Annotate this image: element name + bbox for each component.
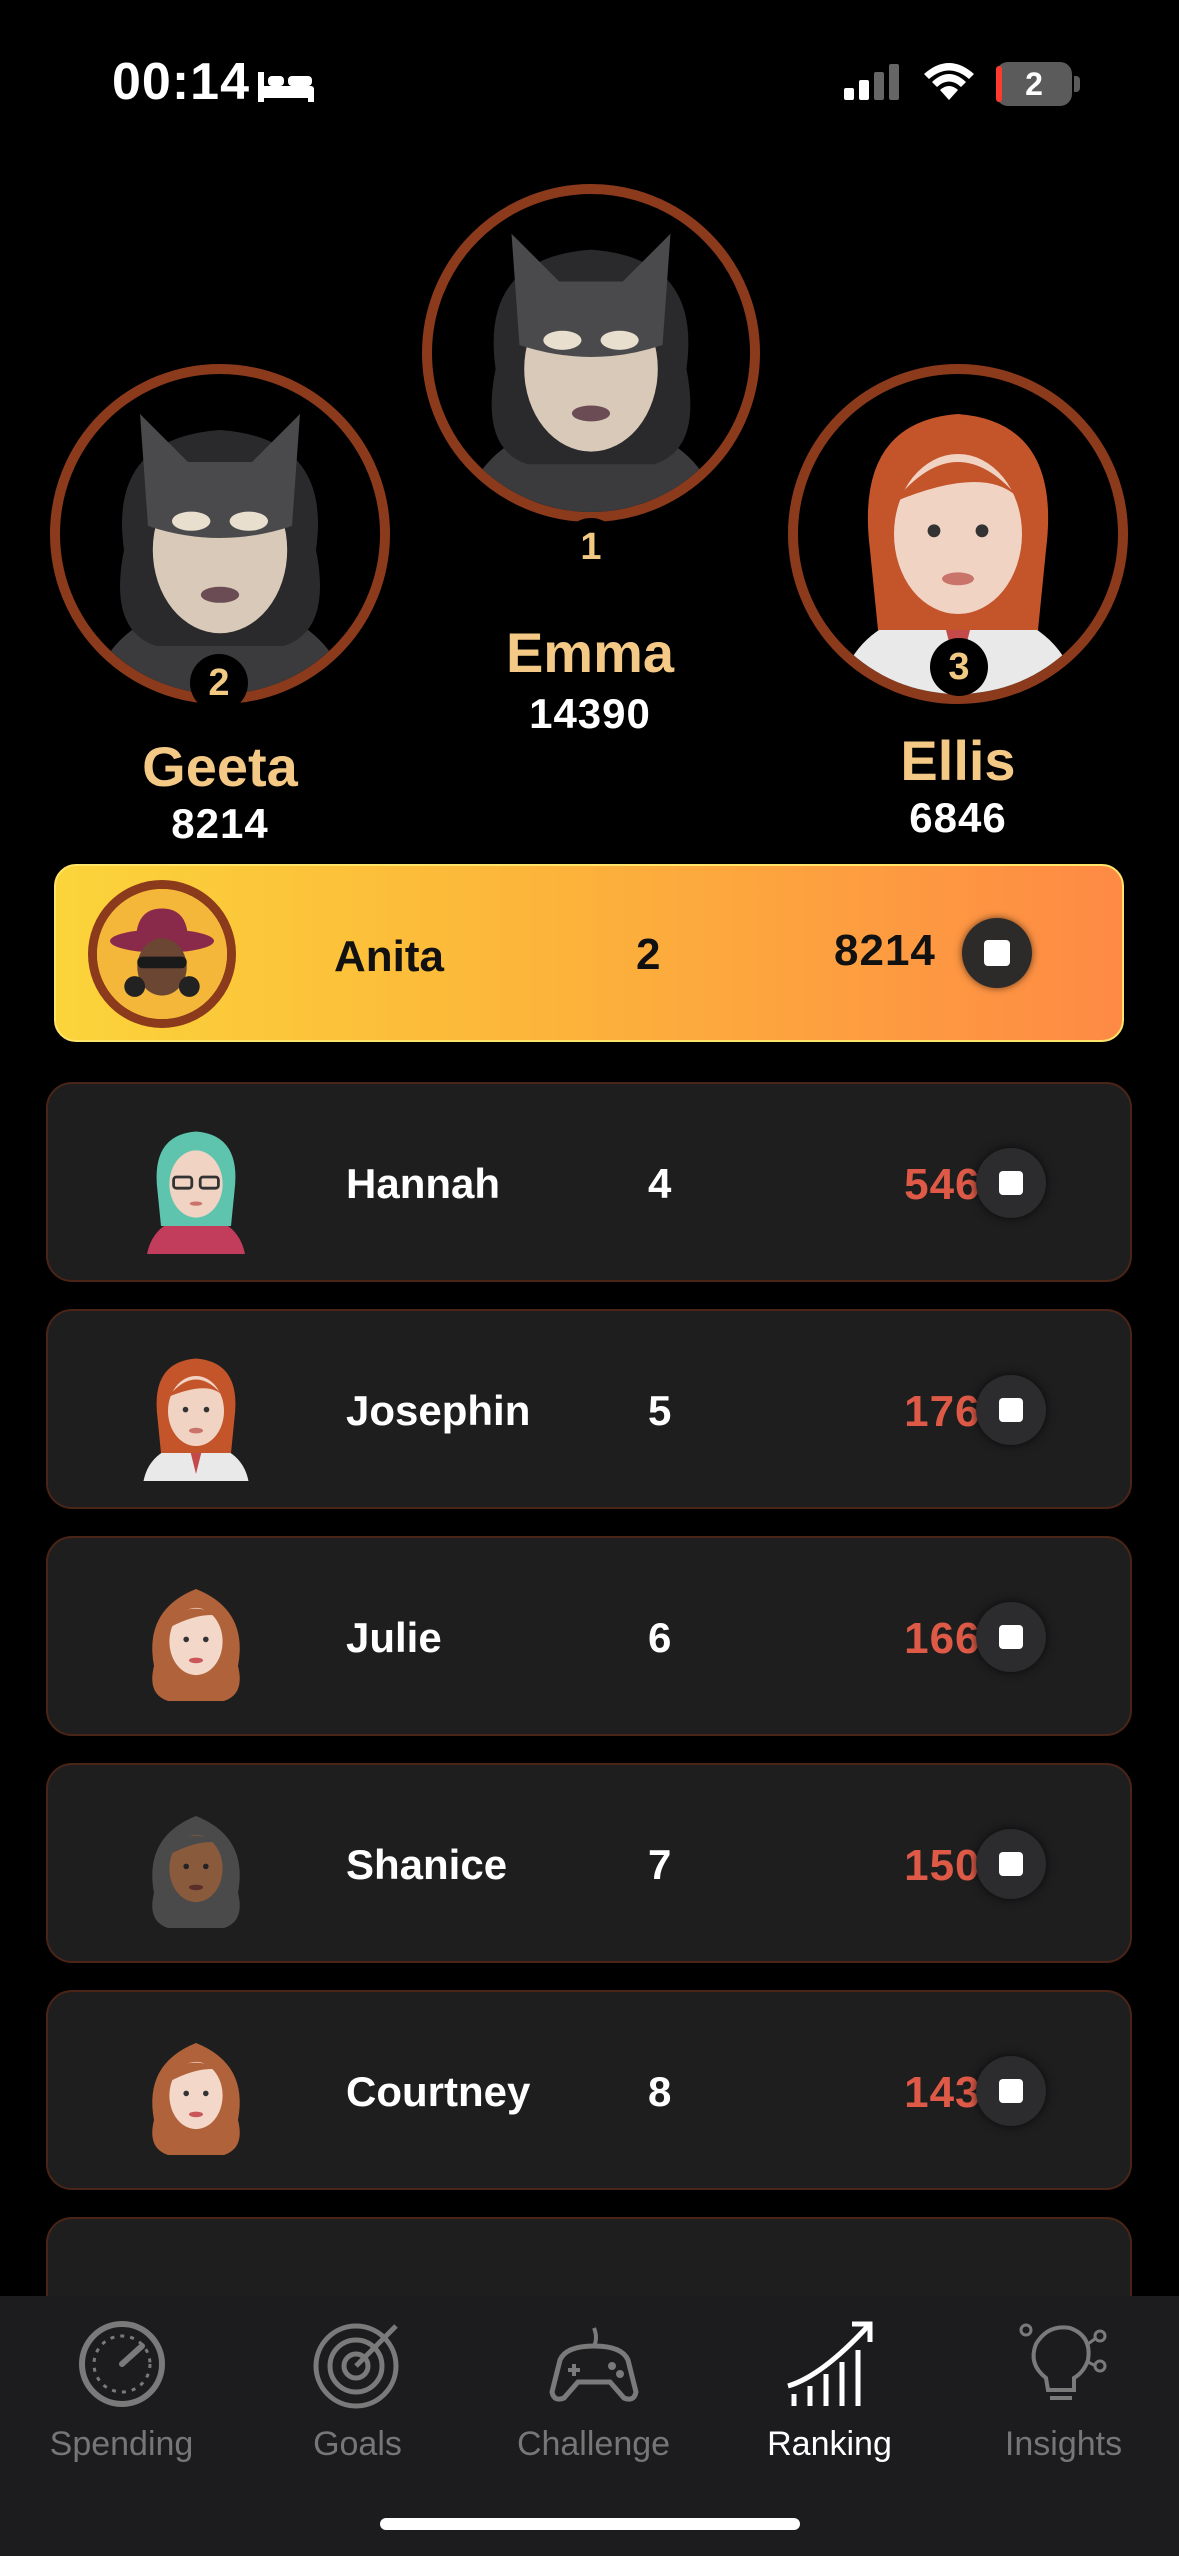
ranking-chart-icon — [786, 2321, 872, 2406]
player-rank: 6 — [648, 1614, 672, 1661]
stop-button[interactable] — [976, 1375, 1046, 1445]
tab-spending-label: Spending — [49, 2425, 194, 2463]
gamepad-icon — [548, 2327, 639, 2402]
lightbulb-gear-icon — [1019, 2323, 1106, 2400]
first-place-score: 14390 — [529, 690, 651, 737]
battery-low-indicator — [996, 66, 1002, 102]
avatar — [126, 1114, 266, 1254]
tab-goals-label: Goals — [313, 2425, 402, 2463]
second-place-score: 8214 — [171, 800, 269, 847]
stop-icon — [999, 1852, 1023, 1876]
second-place-avatar[interactable] — [50, 364, 390, 704]
stop-icon — [999, 2079, 1023, 2103]
stop-button[interactable] — [976, 2056, 1046, 2126]
tab-challenge[interactable]: Challenge — [476, 2316, 711, 2464]
first-place-name: Emma — [505, 621, 675, 684]
player-name: Hannah — [346, 1160, 501, 1207]
current-user-score: 8214 — [834, 926, 936, 975]
avatar — [126, 2022, 266, 2162]
avatar — [126, 1341, 266, 1481]
stop-button[interactable] — [976, 1602, 1046, 1672]
tab-ranking-label: Ranking — [767, 2425, 892, 2463]
player-name: Julie — [346, 1614, 442, 1661]
third-place-name: Ellis — [900, 729, 1016, 792]
avatar — [126, 1568, 266, 1708]
stop-icon — [999, 1171, 1023, 1195]
battery-icon: 2 — [996, 62, 1072, 106]
stop-icon — [999, 1398, 1023, 1422]
status-time: 00:14 — [112, 53, 250, 111]
stop-icon — [999, 1625, 1023, 1649]
tab-goals[interactable]: Goals — [240, 2316, 475, 2464]
current-user-row[interactable]: Anita 2 8214 — [54, 864, 1124, 1042]
ranking-row[interactable]: Shanice 7 1505 — [46, 1763, 1132, 1963]
current-user-name: Anita — [334, 932, 444, 981]
avatar — [126, 1795, 266, 1935]
first-place-rank: 1 — [562, 518, 620, 576]
tab-spending[interactable]: Spending — [4, 2316, 239, 2464]
first-place-avatar[interactable] — [422, 184, 760, 522]
player-name: Josephin — [346, 1387, 531, 1434]
battery-tip — [1074, 76, 1080, 92]
player-name: Shanice — [346, 1841, 508, 1888]
third-place-rank: 3 — [930, 638, 988, 696]
cellular-signal-icon — [844, 62, 904, 107]
wifi-icon — [922, 60, 976, 107]
ranking-row[interactable]: Courtney 8 1433 — [46, 1990, 1132, 2190]
stop-button[interactable] — [976, 1829, 1046, 1899]
ranking-row[interactable]: Hannah 4 5466 — [46, 1082, 1132, 1282]
home-indicator[interactable] — [380, 2518, 800, 2530]
second-place-rank: 2 — [190, 654, 248, 712]
stop-icon — [984, 940, 1010, 966]
current-user-avatar — [88, 880, 236, 1028]
tab-challenge-label: Challenge — [516, 2425, 671, 2463]
stop-button[interactable] — [976, 1148, 1046, 1218]
tab-insights[interactable]: Insights — [946, 2316, 1179, 2464]
player-rank: 5 — [648, 1387, 672, 1434]
player-name: Courtney — [346, 2068, 531, 2115]
player-rank: 8 — [648, 2068, 672, 2115]
second-place-name: Geeta — [142, 735, 298, 798]
tab-insights-label: Insights — [1004, 2425, 1123, 2463]
ranking-row[interactable]: Julie 6 1663 — [46, 1536, 1132, 1736]
sleep-focus-icon — [258, 68, 314, 109]
tab-ranking[interactable]: Ranking — [712, 2316, 947, 2464]
target-icon — [313, 2323, 398, 2409]
ranking-row[interactable]: Josephin 5 1765 — [46, 1309, 1132, 1509]
player-rank: 7 — [648, 1841, 672, 1888]
stop-button[interactable] — [962, 918, 1032, 988]
player-rank: 4 — [648, 1160, 672, 1207]
current-user-rank: 2 — [636, 930, 661, 979]
third-place-score: 6846 — [909, 794, 1007, 841]
gauge-icon — [78, 2321, 165, 2407]
